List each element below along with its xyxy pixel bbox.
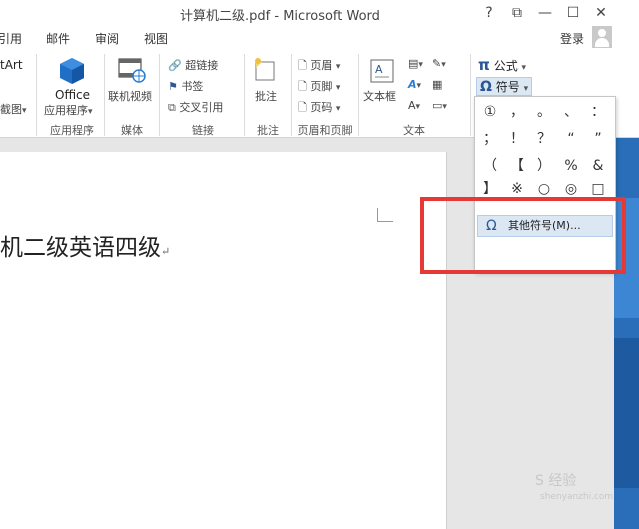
smartart-label: tArt	[0, 58, 23, 72]
screenshot-label: 截图	[0, 103, 22, 116]
tab-references[interactable]: 引用	[0, 30, 22, 47]
crossref-icon: ⧉	[168, 101, 176, 114]
quick-parts-button[interactable]: ▤▾	[408, 57, 423, 70]
flag-icon: ⚑	[168, 80, 178, 93]
symbol-item[interactable]: ※	[504, 180, 530, 198]
group-label-media: 媒体	[121, 124, 143, 137]
symbol-item[interactable]: ？	[531, 126, 557, 152]
ribbon-display-options-button[interactable]: ⧉	[506, 3, 528, 23]
symbol-item[interactable]: ①	[477, 99, 503, 125]
film-icon	[118, 58, 146, 83]
online-video-label: 联机视频	[108, 90, 152, 103]
object-button[interactable]: ▭▾	[432, 99, 447, 112]
hyperlink-button[interactable]: 🔗 超链接	[168, 57, 218, 73]
avatar-icon[interactable]	[592, 26, 612, 48]
equation-button[interactable]: π 公式 ▾	[478, 56, 526, 74]
symbol-item[interactable]: %	[558, 153, 584, 179]
office-apps-button[interactable]	[55, 56, 87, 89]
symbol-button[interactable]: Ω 符号 ▾	[476, 77, 533, 96]
group-label-text: 文本	[403, 124, 425, 137]
group-label-apps: 应用程序	[50, 124, 94, 137]
watermark-url: shenyanzhi.com	[540, 492, 614, 502]
object-icon: ▭	[432, 99, 443, 112]
symbol-item[interactable]: ◎	[558, 180, 584, 198]
textbox-icon: A	[370, 59, 394, 83]
bookmark-button[interactable]: ⚑ 书签	[168, 78, 203, 94]
document-text[interactable]: 机二级英语四级↵	[0, 228, 170, 262]
group-label-header-footer: 页眉和页脚	[297, 124, 353, 137]
textbox-button[interactable]: A	[368, 57, 396, 88]
sign-in-link[interactable]: 登录	[560, 30, 584, 47]
help-button[interactable]: ?	[478, 3, 500, 23]
footer-icon: 🗋	[298, 80, 307, 93]
title-bar: 计算机二级.pdf - Microsoft Word ? ⧉ — ☐ ✕	[0, 0, 639, 26]
group-label-comments: 批注	[257, 124, 279, 137]
symbol-item[interactable]: ；	[477, 126, 503, 152]
symbol-item[interactable]: “	[558, 126, 584, 152]
symbol-item[interactable]: ：	[585, 99, 611, 125]
header-icon: 🗋	[298, 59, 307, 72]
tab-view[interactable]: 视图	[144, 30, 168, 47]
close-button[interactable]: ✕	[590, 3, 612, 23]
pi-icon: π	[478, 56, 490, 74]
link-icon: 🔗	[168, 59, 182, 72]
online-video-button[interactable]	[117, 56, 147, 87]
datetime-button[interactable]: ▦	[432, 78, 442, 91]
wordart-button[interactable]: A▾	[408, 78, 421, 91]
symbol-item[interactable]: 【	[504, 153, 530, 179]
new-comment-button[interactable]	[252, 56, 278, 87]
comment-label: 批注	[255, 90, 277, 103]
screenshot-button[interactable]: 截图▾	[0, 101, 27, 117]
textbox-label: 文本框	[363, 90, 396, 103]
symbol-item[interactable]: 、	[558, 99, 584, 125]
cross-reference-button[interactable]: ⧉ 交叉引用	[168, 99, 223, 115]
office-store-icon	[60, 58, 84, 84]
window-title: 计算机二级.pdf - Microsoft Word	[180, 9, 380, 24]
ribbon-tabs: 引用 邮件 审阅 视图 登录	[0, 26, 639, 50]
watermark-logo: S 经验	[535, 473, 577, 489]
page-number-button[interactable]: 🗋 页码 ▾	[298, 99, 340, 118]
dropcap-button[interactable]: A▾	[408, 99, 420, 112]
symbol-item[interactable]: ”	[585, 126, 611, 152]
symbol-item[interactable]: ）	[531, 153, 557, 179]
margin-corner-mark	[377, 208, 393, 222]
footer-button[interactable]: 🗋 页脚 ▾	[298, 78, 340, 97]
tab-mailings[interactable]: 邮件	[46, 30, 70, 47]
tab-review[interactable]: 审阅	[95, 30, 119, 47]
maximize-button[interactable]: ☐	[562, 3, 584, 23]
omega-icon: Ω	[480, 79, 492, 95]
group-label-links: 链接	[192, 124, 214, 137]
page-number-icon: 🗋	[298, 101, 307, 114]
symbol-item[interactable]: （	[477, 153, 503, 179]
calendar-icon: ▦	[432, 78, 443, 91]
symbol-item[interactable]: &	[585, 153, 611, 179]
dropcap-icon: A	[408, 99, 416, 112]
symbol-item[interactable]: ，	[504, 99, 530, 125]
symbol-item[interactable]: ！	[504, 126, 530, 152]
comment-icon	[255, 58, 275, 81]
signature-line-button[interactable]: ✎▾	[432, 57, 446, 70]
office-sub-label: 应用程序▾	[44, 104, 93, 117]
smartart-button[interactable]: tArt	[0, 58, 23, 72]
office-label: Office	[55, 88, 91, 102]
highlight-annotation-box	[420, 197, 626, 274]
symbol-item[interactable]: □	[585, 180, 611, 198]
header-button[interactable]: 🗋 页眉 ▾	[298, 57, 340, 76]
svg-text:A: A	[375, 63, 383, 76]
minimize-button[interactable]: —	[534, 3, 556, 23]
quick-parts-icon: ▤	[408, 57, 419, 70]
symbol-item[interactable]: ○	[531, 180, 557, 198]
pen-icon: ✎	[432, 57, 442, 70]
wordart-icon: A	[408, 78, 417, 91]
symbol-item[interactable]: 。	[531, 99, 557, 125]
symbol-item[interactable]: 】	[477, 180, 503, 198]
